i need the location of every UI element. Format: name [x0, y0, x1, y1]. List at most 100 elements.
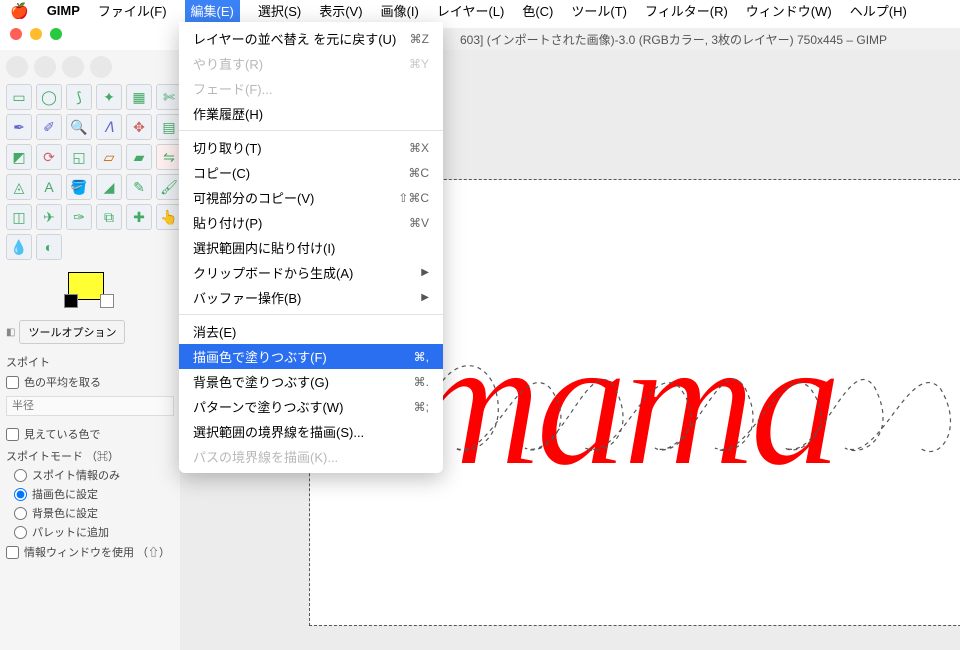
airbrush-tool[interactable]: ✈ — [36, 204, 62, 230]
menu-item-label: バッファー操作(B) — [193, 288, 301, 307]
menu-shortcut: ⇧⌘C — [398, 191, 429, 205]
blend-tool[interactable]: ◢ — [96, 174, 122, 200]
menu-item-label: やり直す(R) — [193, 54, 263, 73]
selection-path-icon — [400, 328, 960, 488]
menu-help[interactable]: ヘルプ(H) — [850, 1, 907, 20]
menu-file[interactable]: ファイル(F) — [98, 1, 167, 20]
menu-edit[interactable]: 編集(E) — [185, 0, 240, 22]
clone-tool[interactable]: ⧉ — [96, 204, 122, 230]
ink-tool[interactable]: ✑ — [66, 204, 92, 230]
paths-tool[interactable]: ✒ — [6, 114, 32, 140]
fuzzy-select-tool[interactable]: ✦ — [96, 84, 122, 110]
blur-tool[interactable]: 💧 — [6, 234, 32, 260]
rect-select-tool[interactable]: ▭ — [6, 84, 32, 110]
window-controls — [10, 28, 62, 40]
menu-item: やり直す(R)⌘Y — [179, 51, 443, 76]
toolbox-tabs — [6, 56, 174, 78]
mode-palette-radio[interactable]: パレットに追加 — [14, 524, 174, 540]
menu-shortcut: ⌘X — [409, 141, 429, 155]
section-label: スポイト — [6, 354, 174, 370]
menu-item[interactable]: 描画色で塗りつぶす(F) ⌘, — [179, 344, 443, 369]
bucket-fill-tool[interactable]: 🪣 — [66, 174, 92, 200]
menu-item: フェード(F)... — [179, 76, 443, 101]
swap-colors-icon[interactable] — [100, 294, 114, 308]
menu-item-label: パターンで塗りつぶす(W) — [193, 397, 343, 416]
apple-menu[interactable]: 🍎 — [10, 2, 29, 20]
menu-color[interactable]: 色(C) — [522, 1, 553, 20]
pencil-tool[interactable]: ✎ — [126, 174, 152, 200]
mode-bg-radio[interactable]: 背景色に設定 — [14, 505, 174, 521]
menu-item[interactable]: 消去(E) — [179, 319, 443, 344]
perspective-tool[interactable]: ▰ — [126, 144, 152, 170]
move-tool[interactable]: ✥ — [126, 114, 152, 140]
system-menubar: 🍎 GIMP ファイル(F) 編集(E) 選択(S) 表示(V) 画像(I) レ… — [0, 0, 960, 22]
info-window-checkbox[interactable]: 情報ウィンドウを使用 （⇧） — [6, 544, 174, 560]
dodge-tool[interactable]: ◐ — [36, 234, 62, 260]
maximize-icon[interactable] — [50, 28, 62, 40]
shear-tool[interactable]: ▱ — [96, 144, 122, 170]
tool-options-button[interactable]: ツールオプション — [19, 320, 125, 344]
menu-item[interactable]: クリップボードから生成(A) ▶ — [179, 260, 443, 285]
menu-item: パスの境界線を描画(K)... — [179, 444, 443, 469]
menu-select[interactable]: 選択(S) — [258, 1, 301, 20]
heal-tool[interactable]: ✚ — [126, 204, 152, 230]
ellipse-select-tool[interactable]: ◯ — [36, 84, 62, 110]
eraser-tool[interactable]: ◫ — [6, 204, 32, 230]
toolbox-tab-icon[interactable] — [6, 56, 28, 78]
cage-tool[interactable]: ◬ — [6, 174, 32, 200]
menu-shortcut: ⌘, — [414, 350, 429, 364]
menu-shortcut: ⌘; — [414, 400, 429, 414]
menu-item[interactable]: 選択範囲内に貼り付け(I) — [179, 235, 443, 260]
menu-item[interactable]: バッファー操作(B) ▶ — [179, 285, 443, 310]
mode-info-radio[interactable]: スポイト情報のみ — [14, 467, 174, 483]
sample-average-checkbox[interactable]: 色の平均を取る — [6, 374, 174, 390]
menu-item[interactable]: 可視部分のコピー(V)⇧⌘C — [179, 185, 443, 210]
menu-tools[interactable]: ツール(T) — [571, 1, 627, 20]
menu-item-label: 背景色で塗りつぶす(G) — [193, 372, 329, 391]
scale-tool[interactable]: ◱ — [66, 144, 92, 170]
color-picker-tool[interactable]: ✐ — [36, 114, 62, 140]
visible-color-checkbox[interactable]: 見えている色で — [6, 426, 174, 442]
rotate-tool[interactable]: ⟳ — [36, 144, 62, 170]
submenu-arrow-icon: ▶ — [421, 292, 429, 303]
menu-item-label: 描画色で塗りつぶす(F) — [193, 347, 327, 366]
menu-item[interactable]: パターンで塗りつぶす(W) ⌘; — [179, 394, 443, 419]
menu-view[interactable]: 表示(V) — [319, 1, 362, 20]
menu-filters[interactable]: フィルター(R) — [645, 1, 728, 20]
toolbox-tab-icon[interactable] — [62, 56, 84, 78]
close-icon[interactable] — [10, 28, 22, 40]
crop-tool[interactable]: ◩ — [6, 144, 32, 170]
menu-item[interactable]: 切り取り(T) ⌘X — [179, 135, 443, 160]
by-color-select-tool[interactable]: ▦ — [126, 84, 152, 110]
toolbox-tab-icon[interactable] — [34, 56, 56, 78]
radius-input[interactable] — [6, 396, 174, 416]
menu-shortcut: ⌘V — [409, 216, 429, 230]
menu-item[interactable]: コピー(C)⌘C — [179, 160, 443, 185]
menu-item-label: 選択範囲の境界線を描画(S)... — [193, 422, 364, 441]
menu-item[interactable]: 選択範囲の境界線を描画(S)... — [179, 419, 443, 444]
menu-layer[interactable]: レイヤー(L) — [437, 1, 505, 20]
menu-item[interactable]: 貼り付け(P) ⌘V — [179, 210, 443, 235]
mode-fg-radio[interactable]: 描画色に設定 — [14, 486, 174, 502]
background-color[interactable] — [64, 294, 78, 308]
menu-window[interactable]: ウィンドウ(W) — [746, 1, 832, 20]
menu-item-label: 消去(E) — [193, 322, 236, 341]
text-tool[interactable]: A — [36, 174, 62, 200]
menu-item-label: 作業履歴(H) — [193, 104, 263, 123]
zoom-tool[interactable]: 🔍 — [66, 114, 92, 140]
edit-menu-dropdown: レイヤーの並べ替え を元に戻す(U)⌘Zやり直す(R)⌘Yフェード(F)... 作… — [179, 22, 443, 473]
menu-item-label: 切り取り(T) — [193, 138, 262, 157]
menu-item[interactable]: レイヤーの並べ替え を元に戻す(U)⌘Z — [179, 26, 443, 51]
submenu-arrow-icon: ▶ — [421, 267, 429, 278]
menu-item[interactable]: 作業履歴(H) — [179, 101, 443, 126]
lasso-tool[interactable]: ⟆ — [66, 84, 92, 110]
minimize-icon[interactable] — [30, 28, 42, 40]
toolbox-tab-icon[interactable] — [90, 56, 112, 78]
menu-item[interactable]: 背景色で塗りつぶす(G)⌘. — [179, 369, 443, 394]
menu-image[interactable]: 画像(I) — [381, 1, 419, 20]
menu-item-label: 貼り付け(P) — [193, 213, 262, 232]
measure-tool[interactable]: 𝛬 — [96, 114, 122, 140]
color-swatches[interactable] — [64, 270, 174, 306]
menu-item-label: クリップボードから生成(A) — [193, 263, 353, 282]
menu-app[interactable]: GIMP — [47, 3, 80, 18]
